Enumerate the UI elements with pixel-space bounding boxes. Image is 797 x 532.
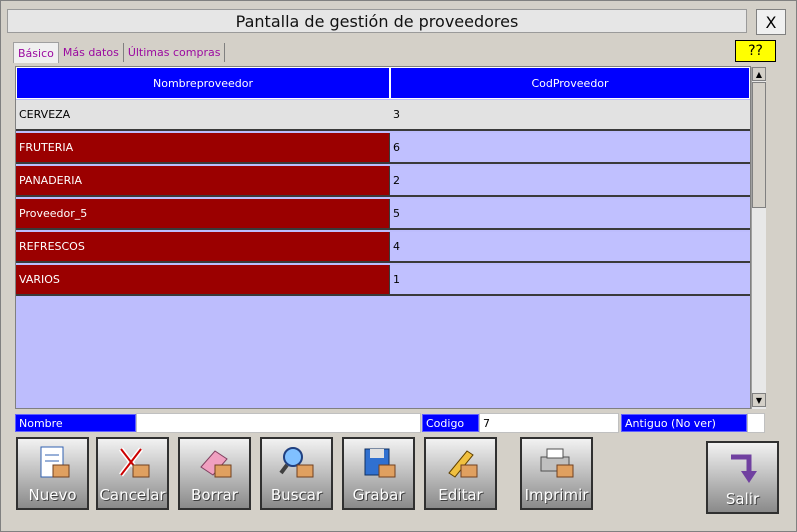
column-header-codigo[interactable]: CodProveedor: [390, 67, 750, 99]
antiguo-checkbox[interactable]: [747, 413, 765, 433]
suppliers-grid: Nombreproveedor CodProveedor CERVEZA 3 F…: [15, 66, 751, 409]
borrar-button[interactable]: Borrar: [178, 437, 251, 510]
codigo-label: Codigo: [422, 414, 479, 432]
scroll-down-arrow-icon[interactable]: ▼: [752, 393, 766, 407]
nombre-input[interactable]: [136, 413, 421, 433]
cell-nombre[interactable]: PANADERIA: [16, 166, 390, 197]
window: Pantalla de gestión de proveedores X Bás…: [0, 0, 797, 532]
cancel-x-icon: [118, 447, 149, 478]
cell-codigo[interactable]: 2: [390, 166, 750, 197]
salir-button[interactable]: Salir: [706, 441, 779, 514]
editar-label: Editar: [438, 486, 483, 504]
exit-arrow-icon: [730, 454, 757, 483]
editar-button[interactable]: Editar: [424, 437, 497, 510]
salir-label: Salir: [725, 490, 760, 508]
scroll-thumb[interactable]: [752, 82, 766, 208]
tab-bar: Básico Más datos Últimas compras: [13, 42, 226, 63]
cell-nombre[interactable]: Proveedor_5: [16, 199, 390, 230]
table-row[interactable]: PANADERIA 2: [16, 166, 750, 197]
new-document-icon: [40, 446, 69, 478]
eraser-icon: [199, 450, 231, 478]
cancelar-label: Cancelar: [99, 486, 166, 504]
antiguo-label: Antiguo (No ver): [621, 414, 747, 432]
imprimir-button[interactable]: Imprimir: [520, 437, 593, 510]
table-row[interactable]: CERVEZA 3: [16, 100, 750, 131]
cell-codigo[interactable]: 5: [390, 199, 750, 230]
cell-codigo[interactable]: 1: [390, 265, 750, 296]
codigo-input[interactable]: [479, 413, 619, 433]
vertical-scrollbar[interactable]: ▲ ▼: [751, 67, 766, 409]
table-row[interactable]: Proveedor_5 5: [16, 199, 750, 230]
tab-basico[interactable]: Básico: [13, 42, 59, 63]
floppy-disk-icon: [364, 448, 395, 478]
close-button[interactable]: X: [756, 9, 786, 35]
pencil-icon: [447, 450, 477, 478]
table-row[interactable]: REFRESCOS 4: [16, 232, 750, 263]
buscar-button[interactable]: Buscar: [260, 437, 333, 510]
printer-icon: [540, 448, 573, 478]
table-row[interactable]: VARIOS 1: [16, 265, 750, 296]
help-button[interactable]: ??: [735, 40, 776, 62]
tab-ultimas-compras[interactable]: Últimas compras: [124, 43, 226, 62]
cancelar-button[interactable]: Cancelar: [96, 437, 169, 510]
grabar-label: Grabar: [352, 486, 405, 504]
grabar-button[interactable]: Grabar: [342, 437, 415, 510]
buscar-label: Buscar: [270, 486, 323, 504]
cell-codigo[interactable]: 6: [390, 133, 750, 164]
magnifier-icon: [278, 447, 313, 478]
tab-mas-datos[interactable]: Más datos: [59, 43, 124, 62]
cell-codigo[interactable]: 4: [390, 232, 750, 263]
cell-nombre[interactable]: CERVEZA: [16, 100, 390, 131]
column-header-nombre[interactable]: Nombreproveedor: [16, 67, 390, 99]
nuevo-label: Nuevo: [28, 486, 77, 504]
cell-codigo[interactable]: 3: [390, 100, 750, 131]
scroll-up-arrow-icon[interactable]: ▲: [752, 67, 766, 81]
cell-nombre[interactable]: VARIOS: [16, 265, 390, 296]
cell-nombre[interactable]: REFRESCOS: [16, 232, 390, 263]
window-title: Pantalla de gestión de proveedores: [7, 9, 747, 33]
imprimir-label: Imprimir: [524, 486, 589, 504]
nombre-label: Nombre: [15, 414, 136, 432]
cell-nombre[interactable]: FRUTERIA: [16, 133, 390, 164]
table-row[interactable]: FRUTERIA 6: [16, 133, 750, 164]
grid-header: Nombreproveedor CodProveedor: [16, 67, 750, 99]
borrar-label: Borrar: [191, 486, 238, 504]
nuevo-button[interactable]: Nuevo: [16, 437, 89, 510]
